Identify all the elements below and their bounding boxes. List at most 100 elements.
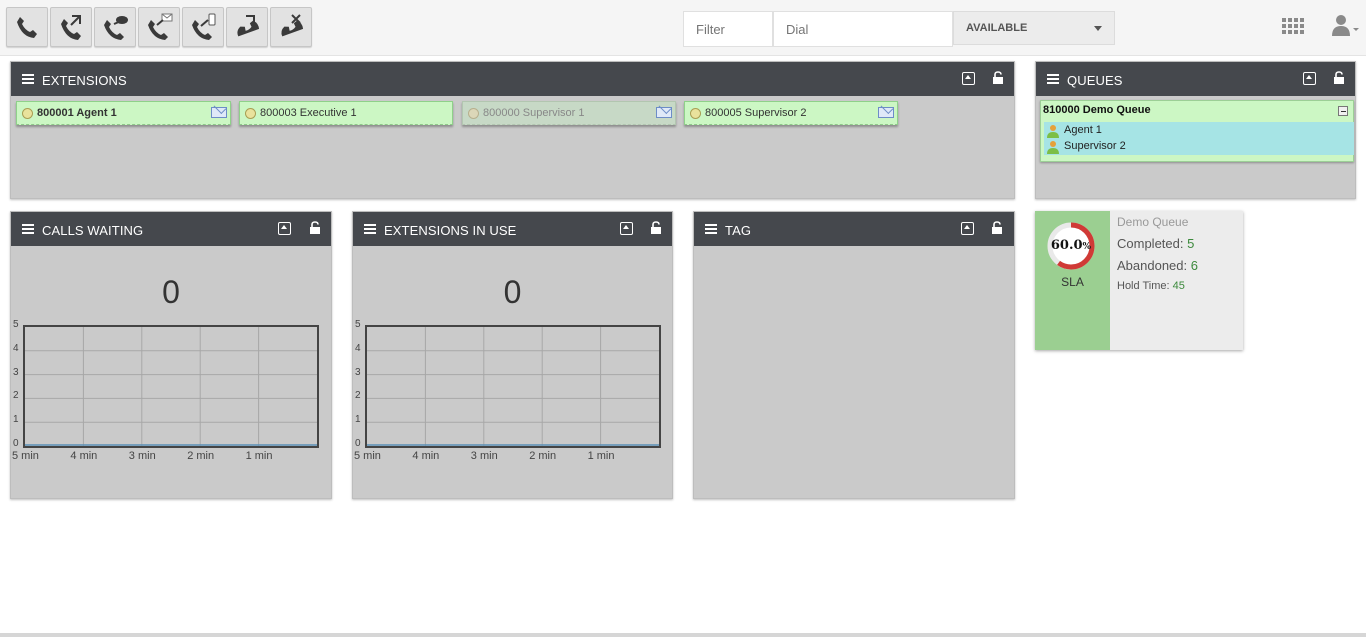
calls-waiting-panel-header: CALLS WAITING — [11, 212, 331, 246]
queues-panel-header: QUEUES — [1036, 62, 1355, 96]
stats-queue-name: Demo Queue — [1117, 215, 1189, 229]
call-button[interactable] — [6, 7, 48, 47]
status-icon — [22, 108, 33, 119]
extensions-in-use-panel: EXTENSIONS IN USE 0 5432105 min 4 min 3 mi… — [352, 211, 673, 499]
queue-name: 810000 Demo Queue — [1043, 104, 1151, 116]
unlock-icon[interactable] — [309, 221, 321, 235]
phone-pickup-icon — [237, 15, 260, 37]
y-tick-label: 3 — [13, 366, 19, 378]
chevron-down-icon — [1094, 26, 1102, 31]
x-tick-label: 2 min — [529, 450, 557, 462]
extension-card[interactable]: 800005 Supervisor 2 — [684, 101, 898, 125]
menu-icon[interactable] — [22, 224, 34, 234]
completed-stat: Completed: 5 — [1117, 236, 1198, 251]
filter-input[interactable] — [683, 11, 773, 47]
panel-title: EXTENSIONS — [42, 73, 127, 88]
extension-card[interactable]: 800001 Agent 1 — [16, 101, 231, 125]
y-tick-label: 1 — [13, 414, 19, 426]
dial-input[interactable] — [773, 11, 953, 47]
y-tick-label: 5 — [355, 319, 361, 330]
extension-label: 800003 Executive 1 — [260, 107, 357, 119]
y-tick-label: 1 — [355, 414, 361, 426]
maximize-icon[interactable] — [1303, 72, 1316, 85]
queue-card[interactable]: 810000 Demo Queue Agent 1 Supervisor 2 — [1040, 100, 1354, 162]
status-icon — [690, 108, 701, 119]
agent-icon — [1047, 125, 1059, 138]
tag-panel-header: TAG — [694, 212, 1014, 246]
extension-card[interactable]: 800003 Executive 1 — [239, 101, 453, 125]
panel-title: QUEUES — [1067, 73, 1123, 88]
hold-time-value: 45 — [1172, 280, 1185, 292]
unlock-icon[interactable] — [1333, 71, 1345, 85]
extension-label: 800005 Supervisor 2 — [705, 107, 807, 119]
y-tick-label: 4 — [13, 342, 19, 354]
mail-icon[interactable] — [656, 107, 672, 118]
status-value: AVAILABLE — [966, 22, 1028, 34]
extension-card[interactable]: 800000 Supervisor 1 — [462, 101, 676, 125]
sla-label: SLA — [1061, 275, 1084, 289]
sla-section: 60.0% SLA — [1035, 211, 1110, 350]
status-icon — [245, 108, 256, 119]
phone-chat-icon — [104, 16, 128, 40]
graph-grid — [367, 327, 659, 446]
panel-title: TAG — [725, 223, 752, 238]
transfer-button[interactable] — [50, 7, 92, 47]
mail-icon[interactable] — [211, 107, 227, 118]
y-tick-label: 3 — [355, 366, 361, 378]
panel-title: EXTENSIONS IN USE — [384, 223, 517, 238]
maximize-icon[interactable] — [620, 222, 633, 235]
apps-grid-icon[interactable] — [1282, 18, 1304, 34]
calls-waiting-count: 0 — [162, 274, 180, 310]
maximize-icon[interactable] — [278, 222, 291, 235]
abandoned-label: Abandoned: — [1117, 258, 1188, 273]
sla-percentage: 60.0% — [1047, 238, 1095, 253]
x-tick-label: 5 min — [12, 450, 39, 462]
extension-label: 800000 Supervisor 1 — [483, 107, 585, 119]
menu-icon[interactable] — [22, 74, 34, 84]
abandoned-stat: Abandoned: 6 — [1117, 258, 1198, 273]
queues-panel: QUEUES 810000 Demo Queue Agent 1 Supervi… — [1035, 61, 1356, 199]
extensions-panel: EXTENSIONS 800001 Agent 1 800003 Executi… — [10, 61, 1015, 199]
bottom-divider — [0, 633, 1366, 637]
chat-call-button[interactable] — [94, 7, 136, 47]
unlock-icon[interactable] — [650, 221, 662, 235]
x-tick-label: 1 min — [587, 450, 615, 462]
maximize-icon[interactable] — [961, 222, 974, 235]
status-dropdown[interactable]: AVAILABLE — [953, 11, 1115, 45]
hangup-button[interactable] — [270, 7, 312, 47]
y-tick-label: 4 — [355, 342, 361, 354]
unlock-icon[interactable] — [992, 71, 1004, 85]
x-tick-label: 1 min — [245, 450, 273, 462]
queue-agent-list: Agent 1 Supervisor 2 — [1044, 122, 1354, 155]
extension-label: 800001 Agent 1 — [37, 107, 117, 119]
extensions-panel-header: EXTENSIONS — [11, 62, 1014, 96]
maximize-icon[interactable] — [962, 72, 975, 85]
menu-icon[interactable] — [1047, 74, 1059, 84]
queue-sla-card[interactable]: 60.0% SLA Demo Queue Completed: 5 Abando… — [1035, 211, 1243, 350]
agent-icon — [1047, 141, 1059, 154]
phone-hangup-icon — [281, 14, 304, 37]
y-tick-label: 0 — [13, 438, 19, 449]
sla-number: 60.0 — [1050, 238, 1083, 253]
x-tick-label: 2 min — [187, 450, 215, 462]
phone-icon — [17, 17, 37, 38]
unlock-icon[interactable] — [991, 221, 1003, 235]
calls-waiting-panel: CALLS WAITING 0 5432105 min 4 min 3 min 2 m… — [10, 211, 332, 499]
voicemail-button[interactable] — [138, 7, 180, 47]
agent-name: Agent 1 — [1064, 124, 1102, 136]
user-menu-icon[interactable] — [1330, 14, 1360, 38]
mobile-call-button[interactable] — [182, 7, 224, 47]
graph-grid — [25, 327, 317, 446]
y-tick-label: 2 — [13, 390, 19, 402]
collapse-icon[interactable] — [1338, 106, 1348, 116]
extensions-in-use-count: 0 — [503, 274, 522, 310]
mail-icon[interactable] — [878, 107, 894, 118]
extensions-in-use-graph — [365, 325, 661, 448]
phone-mail-icon — [148, 13, 173, 40]
tag-panel: TAG — [693, 211, 1015, 499]
pickup-button[interactable] — [226, 7, 268, 47]
menu-icon[interactable] — [364, 224, 376, 234]
y-tick-label: 2 — [355, 390, 361, 402]
panel-title: CALLS WAITING — [42, 223, 144, 238]
menu-icon[interactable] — [705, 224, 717, 234]
